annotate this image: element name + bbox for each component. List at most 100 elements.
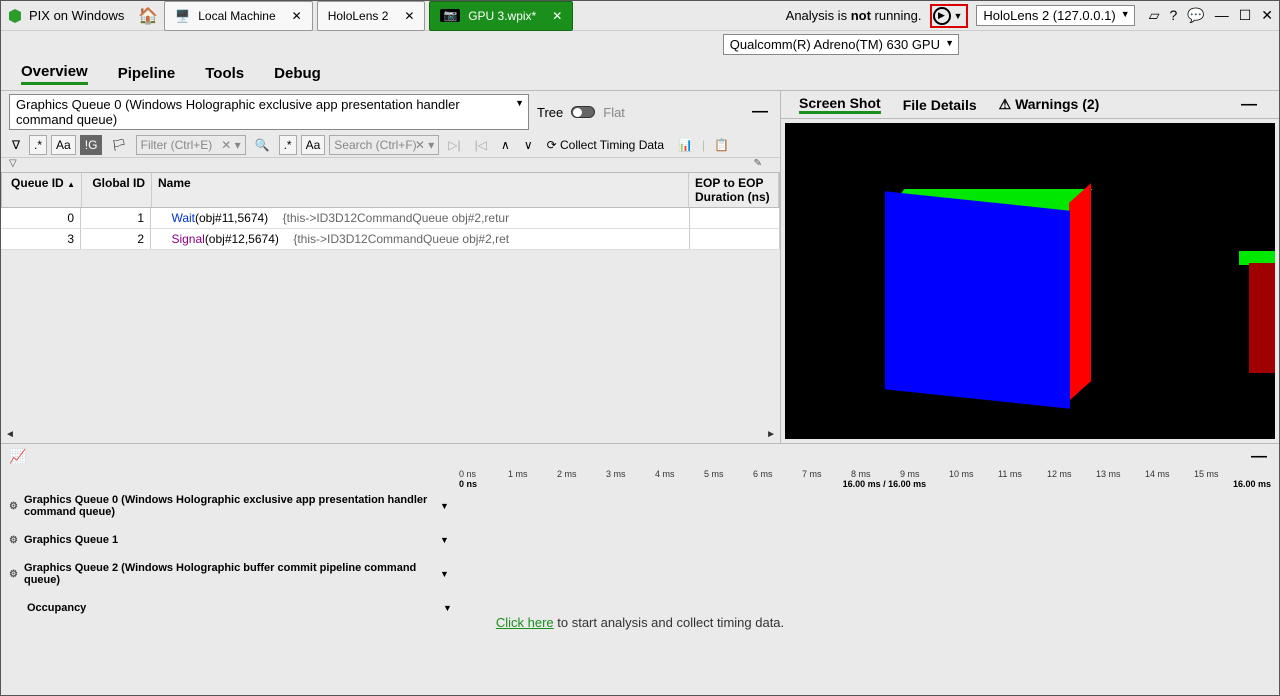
- tab-label: HoloLens 2: [328, 9, 389, 23]
- event-table-body: 0 1 Wait(obj#11,5674) {this->ID3D12Comma…: [1, 208, 780, 250]
- menu-debug[interactable]: Debug: [274, 65, 321, 82]
- close-icon[interactable]: ✕: [552, 9, 562, 23]
- ruler-tick: 14 ms: [1145, 469, 1194, 479]
- down-arrow-icon[interactable]: ∨: [519, 135, 538, 155]
- ig-toggle[interactable]: !G: [80, 135, 103, 155]
- gear-icon[interactable]: ⚙: [9, 569, 18, 580]
- col-global-id[interactable]: Global ID: [82, 173, 152, 207]
- event-table-header: Queue ID ▲ Global ID Name EOP to EOP Dur…: [1, 172, 780, 208]
- chevron-down-icon[interactable]: ▼: [443, 603, 452, 613]
- clear-search-icon[interactable]: ✕ ▾: [415, 138, 434, 152]
- chevron-down-icon[interactable]: ▼: [440, 501, 449, 511]
- click-here-link[interactable]: Click here: [496, 615, 554, 630]
- col-eop[interactable]: EOP to EOP Duration (ns): [689, 173, 779, 207]
- ruler-tick: 2 ms: [557, 469, 606, 479]
- table-row[interactable]: 0 1 Wait(obj#11,5674) {this->ID3D12Comma…: [1, 208, 780, 229]
- main-menu: Overview Pipeline Tools Debug: [1, 57, 1279, 91]
- table-row[interactable]: 3 2 Signal(obj#12,5674) {this->ID3D12Com…: [1, 229, 780, 250]
- tab-screenshot[interactable]: Screen Shot: [799, 95, 881, 114]
- queue-dropdown[interactable]: Graphics Queue 0 (Windows Holographic ex…: [9, 94, 529, 130]
- collapse-pane-button[interactable]: —: [752, 103, 772, 121]
- clear-filter-icon[interactable]: ✕ ▾: [221, 138, 240, 152]
- tab-label: Local Machine: [198, 9, 275, 23]
- tree-flat-toggle[interactable]: [571, 106, 595, 118]
- filter-toolbar: ∇ .* Aa !G 🏳 Filter (Ctrl+E)✕ ▾ 🔍 .* Aa …: [1, 133, 780, 158]
- col-queue-id[interactable]: Queue ID ▲: [2, 173, 82, 207]
- camera-icon: 📷: [440, 9, 460, 22]
- ruler-tick: 7 ms: [802, 469, 851, 479]
- tab-local-machine[interactable]: 🖥️ Local Machine ✕: [164, 1, 312, 31]
- gpu-dropdown[interactable]: Qualcomm(R) Adreno(TM) 630 GPU: [723, 34, 959, 55]
- chart-icon[interactable]: 📈: [9, 448, 26, 465]
- collapse-preview-button[interactable]: —: [1241, 96, 1261, 114]
- ruler-tick: 9 ms: [900, 469, 949, 479]
- col-name[interactable]: Name: [152, 173, 689, 207]
- home-icon[interactable]: 🏠: [138, 6, 158, 26]
- tab-bar: 🖥️ Local Machine ✕ HoloLens 2 ✕ 📷 GPU 3.…: [164, 1, 577, 31]
- gear-icon[interactable]: ⚙: [9, 535, 18, 546]
- collect-timing-button[interactable]: ⟳ Collect Timing Data: [542, 135, 669, 155]
- menu-overview[interactable]: Overview: [21, 63, 88, 85]
- chevron-down-icon[interactable]: ▼: [440, 569, 449, 579]
- search-input[interactable]: Search (Ctrl+F)✕ ▾: [329, 135, 439, 155]
- case-toggle-1[interactable]: Aa: [51, 135, 76, 155]
- tab-hololens[interactable]: HoloLens 2 ✕: [317, 1, 426, 31]
- tab-file-details[interactable]: File Details: [903, 97, 977, 113]
- app-icon: [7, 8, 23, 24]
- lane-label: Graphics Queue 2 (Windows Holographic bu…: [24, 562, 434, 586]
- play-button[interactable]: ▶: [933, 7, 951, 25]
- step-back-icon[interactable]: ▷|: [443, 135, 465, 155]
- cube2-side-face: [1249, 263, 1275, 373]
- timeline-lane[interactable]: ⚙Graphics Queue 0 (Windows Holographic e…: [9, 489, 1271, 523]
- timeline-pane: 📈 — 0 ns1 ms2 ms3 ms4 ms5 ms6 ms7 ms8 ms…: [1, 443, 1279, 634]
- close-icon[interactable]: ✕: [404, 9, 414, 23]
- edit-icon[interactable]: ▱: [1149, 7, 1160, 24]
- gear-icon[interactable]: ⚙: [9, 501, 18, 512]
- funnel-icon[interactable]: ∇: [7, 135, 25, 155]
- minimize-button[interactable]: —: [1215, 7, 1229, 24]
- menu-pipeline[interactable]: Pipeline: [118, 65, 176, 82]
- h-scrollbar[interactable]: ◄►: [1, 429, 780, 443]
- close-icon[interactable]: ✕: [292, 9, 302, 23]
- monitor-icon: 🖥️: [175, 9, 190, 23]
- search-icon[interactable]: 🔍: [250, 135, 275, 155]
- analysis-hint: Click here to start analysis and collect…: [9, 615, 1271, 630]
- menu-tools[interactable]: Tools: [205, 65, 244, 82]
- ruler-tick: 10 ms: [949, 469, 998, 479]
- device-dropdown[interactable]: HoloLens 2 (127.0.0.1): [976, 5, 1134, 26]
- ruler-tick: 6 ms: [753, 469, 802, 479]
- feedback-icon[interactable]: 💬: [1187, 7, 1204, 24]
- tab-label: GPU 3.wpix*: [468, 9, 536, 23]
- up-arrow-icon[interactable]: ∧: [496, 135, 515, 155]
- expand-chevron-icon[interactable]: ▽: [9, 158, 17, 169]
- case-toggle-2[interactable]: Aa: [301, 135, 326, 155]
- cube-side-face: [1069, 183, 1091, 401]
- maximize-button[interactable]: ☐: [1239, 7, 1252, 24]
- time-ruler-top: 0 ns1 ms2 ms3 ms4 ms5 ms6 ms7 ms8 ms9 ms…: [459, 469, 1271, 479]
- tab-gpu-capture[interactable]: 📷 GPU 3.wpix* ✕: [429, 1, 573, 31]
- time-ruler-bottom: 0 ns 16.00 ms / 16.00 ms 16.00 ms: [459, 479, 1271, 489]
- screenshot-viewer[interactable]: [785, 123, 1275, 439]
- timeline-lane[interactable]: ⚙ Graphics Queue 2 (Windows Holographic b…: [9, 557, 1271, 591]
- regex-toggle-2[interactable]: .*: [279, 135, 297, 155]
- close-button[interactable]: ✕: [1261, 7, 1273, 24]
- step-start-icon[interactable]: |◁: [470, 135, 492, 155]
- start-analysis-highlight: ▶ ▼: [930, 4, 969, 28]
- lane-label: Graphics Queue 1: [24, 534, 434, 546]
- app-title: PIX on Windows: [29, 8, 124, 23]
- tab-warnings[interactable]: ⚠ Warnings (2): [999, 96, 1100, 113]
- filter-input[interactable]: Filter (Ctrl+E)✕ ▾: [136, 135, 246, 155]
- regex-toggle-1[interactable]: .*: [29, 135, 47, 155]
- help-icon[interactable]: ?: [1169, 7, 1177, 24]
- chevron-down-icon[interactable]: ▼: [440, 535, 449, 545]
- timeline-lane[interactable]: ⚙ Graphics Queue 1 ▼: [9, 523, 1271, 557]
- counters-icon[interactable]: 📊: [673, 135, 698, 155]
- flag-icon[interactable]: 🏳: [106, 135, 131, 155]
- tree-label: Tree: [537, 105, 563, 120]
- ruler-tick: 0 ns: [459, 469, 508, 479]
- edit-columns-icon[interactable]: ✎: [754, 158, 762, 169]
- clipboard-icon[interactable]: 📋: [709, 135, 734, 155]
- ruler-tick: 8 ms: [851, 469, 900, 479]
- play-dropdown-arrow[interactable]: ▼: [954, 11, 963, 21]
- collapse-timeline-button[interactable]: —: [1251, 448, 1271, 469]
